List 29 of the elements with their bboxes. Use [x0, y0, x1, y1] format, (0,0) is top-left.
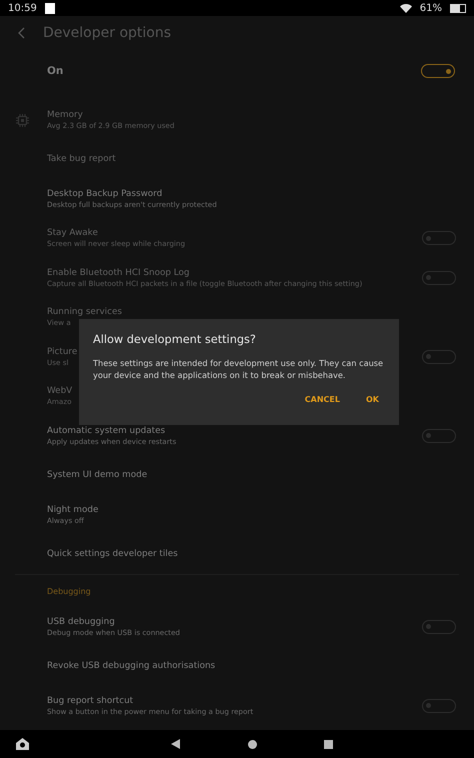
wifi-icon — [400, 3, 412, 13]
battery-icon — [450, 4, 466, 12]
home-button-icon[interactable] — [248, 740, 257, 748]
notification-icon — [44, 2, 55, 14]
dialog-message: These settings are intended for development use only. They can cause your device and the applications on it to break or misbehave. — [93, 358, 384, 381]
setting-title[interactable]: Quick settings developer tiles — [47, 549, 178, 560]
setting-title[interactable]: Night mode — [47, 504, 98, 515]
setting-title[interactable]: System UI demo mode — [47, 470, 148, 480]
toggle-switch[interactable] — [422, 620, 456, 634]
recents-icon[interactable] — [324, 740, 333, 748]
clock: 10:59 — [8, 2, 37, 14]
master-label: On — [47, 65, 64, 77]
dialog-title: Allow development settings? — [93, 333, 257, 346]
back-icon[interactable] — [171, 739, 180, 749]
setting-title[interactable]: Bug report shortcut — [47, 696, 134, 706]
home-icon[interactable] — [16, 738, 29, 750]
battery-percent: 61% — [420, 2, 442, 14]
dialog-button[interactable]: CANCEL — [298, 391, 346, 408]
chip-icon — [16, 114, 29, 127]
page-title: Developer options — [43, 25, 172, 41]
dialog-button[interactable]: OK — [360, 391, 385, 408]
setting-title[interactable]: Desktop Backup Password — [47, 188, 162, 199]
setting-title[interactable]: USB debugging — [47, 616, 115, 627]
toggle-switch[interactable] — [421, 64, 455, 78]
toggle-switch[interactable] — [422, 698, 456, 713]
section-header: Debugging — [47, 586, 91, 596]
setting-title[interactable]: Automatic system updates — [47, 426, 166, 436]
setting-title[interactable]: Revoke USB debugging authorisations — [47, 661, 216, 672]
toggle-switch[interactable] — [422, 428, 456, 443]
